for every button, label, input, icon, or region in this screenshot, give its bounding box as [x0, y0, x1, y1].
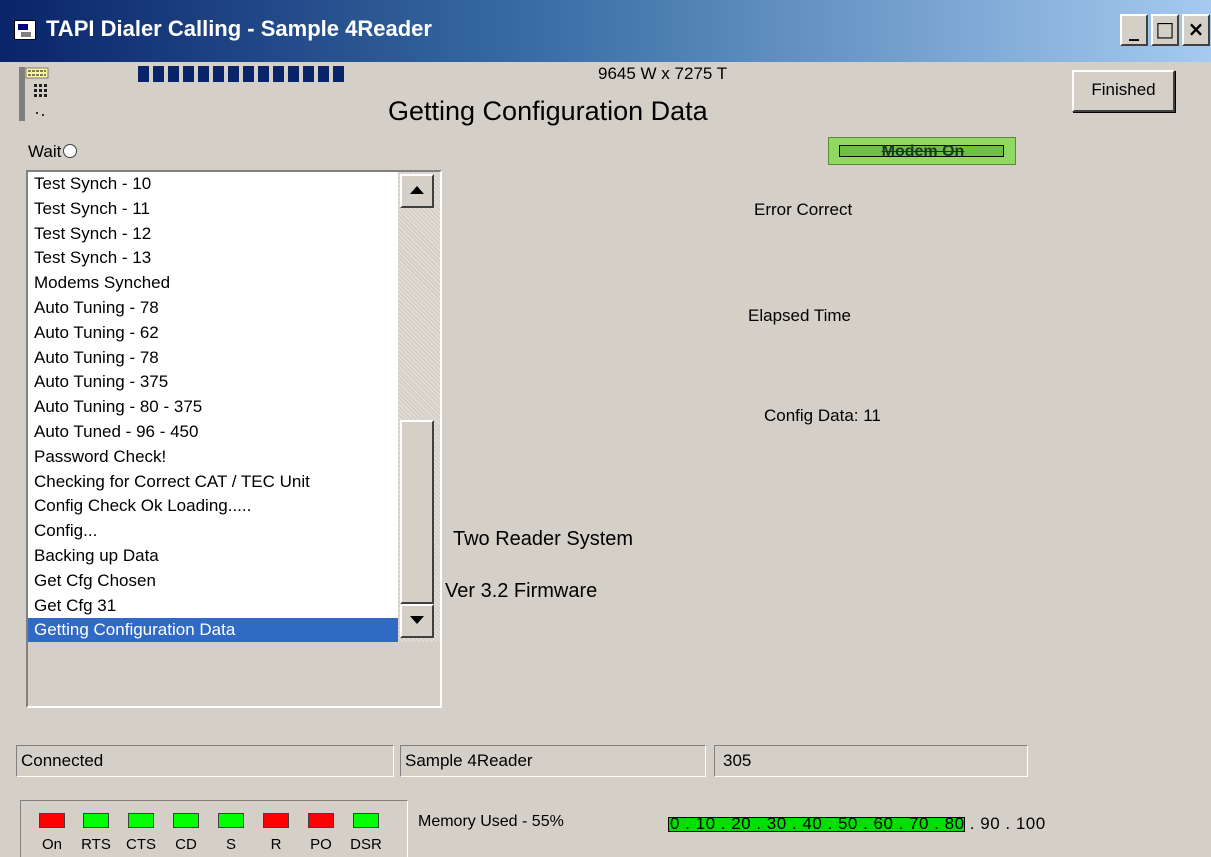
- reader-system-label: Two Reader System: [453, 528, 634, 550]
- led-label: CTS: [126, 836, 156, 853]
- led-s: [218, 813, 244, 828]
- led-label: PO: [310, 836, 332, 853]
- led-rts: [83, 813, 109, 828]
- modem-status-indicator: Modem On: [828, 137, 1016, 165]
- list-item[interactable]: Auto Tuning - 80 - 375: [28, 395, 398, 420]
- progress-block: [198, 66, 209, 82]
- window-title: TAPI Dialer Calling - Sample 4Reader: [46, 16, 432, 41]
- list-item[interactable]: Config...: [28, 519, 398, 544]
- list-item[interactable]: Get Cfg Chosen: [28, 569, 398, 594]
- progress-block: [258, 66, 269, 82]
- list-item[interactable]: Auto Tuned - 96 - 450: [28, 420, 398, 445]
- list-item[interactable]: Get Cfg 31: [28, 594, 398, 619]
- progress-block: [153, 66, 164, 82]
- signal-led-panel: On RTS CTS CD S R PO DSR: [20, 800, 408, 857]
- wait-label: Wait: [28, 142, 62, 161]
- scroll-up-button[interactable]: [400, 174, 434, 208]
- list-item[interactable]: Getting Configuration Data: [28, 618, 398, 642]
- led-on: [39, 813, 65, 828]
- memory-used-label: Memory Used - 55%: [418, 813, 564, 830]
- list-item[interactable]: Modems Synched: [28, 271, 398, 296]
- page-title: Getting Configuration Data: [388, 96, 708, 126]
- led-label: DSR: [350, 836, 382, 853]
- progress-block: [318, 66, 329, 82]
- progress-block: [168, 66, 179, 82]
- minimize-button[interactable]: _: [1120, 14, 1148, 46]
- led-po: [308, 813, 334, 828]
- led-label: S: [225, 836, 236, 853]
- config-data-label: Config Data: 11: [764, 406, 881, 425]
- progress-block: [213, 66, 224, 82]
- led-label: R: [270, 836, 282, 853]
- progress-block: [243, 66, 254, 82]
- list-item[interactable]: Auto Tuning - 78: [28, 346, 398, 371]
- progress-block: [288, 66, 299, 82]
- led-dsr: [353, 813, 379, 828]
- log-list[interactable]: Test Synch - 10 Test Synch - 11 Test Synch…: [28, 172, 398, 642]
- led-r: [263, 813, 289, 828]
- list-item[interactable]: Test Synch - 12: [28, 222, 398, 247]
- led-label: CD: [175, 836, 197, 853]
- list-item[interactable]: Auto Tuning - 375: [28, 370, 398, 395]
- site-status: Sample 4Reader: [400, 745, 706, 777]
- list-item[interactable]: Test Synch - 10: [28, 172, 398, 197]
- firmware-label: Ver 3.2 Firmware: [445, 580, 598, 602]
- list-item[interactable]: Test Synch - 11: [28, 197, 398, 222]
- dialer-icon: [19, 67, 49, 121]
- memory-gauge: 0 . 10 . 20 . 30 . 40 . 50 . 60 . 70 . 8…: [662, 812, 1211, 844]
- list-item[interactable]: Config Check Ok Loading.....: [28, 494, 398, 519]
- elapsed-time-label: Elapsed Time: [748, 306, 851, 325]
- progress-block: [273, 66, 284, 82]
- log-listbox[interactable]: Test Synch - 10 Test Synch - 11 Test Synch…: [26, 170, 442, 708]
- progress-block: [183, 66, 194, 82]
- list-item[interactable]: Auto Tuning - 78: [28, 296, 398, 321]
- count-status: 305: [714, 745, 1028, 777]
- modem-status-label: Modem On: [881, 143, 965, 160]
- progress-bar: [138, 66, 354, 82]
- list-item[interactable]: Checking for Correct CAT / TEC Unit: [28, 470, 398, 495]
- finished-button[interactable]: Finished: [1072, 70, 1175, 112]
- led-label: RTS: [81, 836, 111, 853]
- memory-gauge-scale: 0 . 10 . 20 . 30 . 40 . 50 . 60 . 70 . 8…: [670, 814, 1046, 833]
- connection-status: Connected: [16, 745, 394, 777]
- close-button[interactable]: ×: [1182, 14, 1210, 46]
- down-arrow-icon: [410, 616, 424, 624]
- led-cts: [128, 813, 154, 828]
- wait-radio[interactable]: [63, 144, 78, 158]
- up-arrow-icon: [410, 186, 424, 194]
- wait-indicator: Wait: [28, 142, 78, 162]
- title-bar[interactable]: TAPI Dialer Calling - Sample 4Reader _ □…: [0, 0, 1211, 62]
- progress-block: [228, 66, 239, 82]
- list-item[interactable]: Test Synch - 13: [28, 246, 398, 271]
- scroll-thumb[interactable]: [400, 420, 434, 604]
- scroll-down-button[interactable]: [400, 604, 434, 638]
- progress-block: [333, 66, 344, 82]
- error-correct-label: Error Correct: [754, 200, 853, 219]
- list-item[interactable]: Backing up Data: [28, 544, 398, 569]
- list-item[interactable]: Auto Tuning - 62: [28, 321, 398, 346]
- led-cd: [173, 813, 199, 828]
- size-readout: 9645 W x 7275 T: [598, 64, 728, 83]
- list-item[interactable]: Password Check!: [28, 445, 398, 470]
- maximize-button[interactable]: □: [1151, 14, 1179, 46]
- led-label: On: [41, 836, 62, 853]
- progress-block: [138, 66, 149, 82]
- app-icon[interactable]: [14, 20, 36, 40]
- log-scrollbar[interactable]: [398, 172, 440, 642]
- progress-block: [303, 66, 314, 82]
